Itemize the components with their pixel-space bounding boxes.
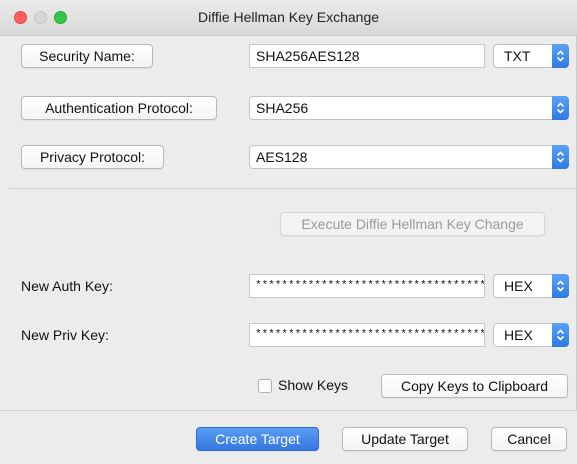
- create-target-button[interactable]: Create Target: [196, 427, 319, 451]
- authentication-protocol-select[interactable]: SHA256: [249, 96, 569, 120]
- show-keys-checkbox[interactable]: [258, 379, 272, 393]
- cancel-button[interactable]: Cancel: [491, 427, 567, 451]
- new-priv-key-label: New Priv Key:: [21, 327, 109, 343]
- dialog-window: Diffie Hellman Key Exchange Security Nam…: [0, 0, 577, 464]
- window-title: Diffie Hellman Key Exchange: [197, 9, 380, 25]
- authentication-protocol-button[interactable]: Authentication Protocol:: [21, 96, 217, 120]
- auth-key-format-value: HEX: [504, 278, 533, 294]
- priv-key-format-select[interactable]: HEX: [493, 323, 569, 347]
- priv-key-format-value: HEX: [504, 327, 533, 343]
- updown-chevron-icon: [552, 96, 569, 120]
- security-name-button[interactable]: Security Name:: [21, 44, 153, 68]
- update-target-button[interactable]: Update Target: [342, 427, 468, 451]
- security-format-value: TXT: [504, 48, 531, 64]
- authentication-protocol-value: SHA256: [256, 100, 309, 116]
- updown-chevron-icon: [552, 323, 569, 347]
- updown-chevron-icon: [552, 274, 569, 298]
- title-bar: Diffie Hellman Key Exchange: [0, 0, 577, 36]
- auth-key-format-select[interactable]: HEX: [493, 274, 569, 298]
- show-keys-label: Show Keys: [278, 377, 349, 393]
- updown-chevron-icon: [552, 44, 569, 68]
- copy-keys-button[interactable]: Copy Keys to Clipboard: [381, 374, 568, 398]
- privacy-protocol-select[interactable]: AES128: [249, 145, 569, 169]
- new-auth-key-field[interactable]: ************************************: [249, 274, 485, 298]
- privacy-protocol-value: AES128: [256, 149, 308, 165]
- privacy-protocol-button[interactable]: Privacy Protocol:: [21, 145, 164, 169]
- updown-chevron-icon: [552, 145, 569, 169]
- execute-key-change-button[interactable]: Execute Diffie Hellman Key Change: [280, 212, 545, 236]
- new-auth-key-label: New Auth Key:: [21, 278, 113, 294]
- security-name-field[interactable]: SHA256AES128: [249, 44, 485, 68]
- security-format-select[interactable]: TXT: [493, 44, 569, 68]
- section-divider: [9, 188, 577, 189]
- new-priv-key-field[interactable]: ************************************: [249, 323, 485, 347]
